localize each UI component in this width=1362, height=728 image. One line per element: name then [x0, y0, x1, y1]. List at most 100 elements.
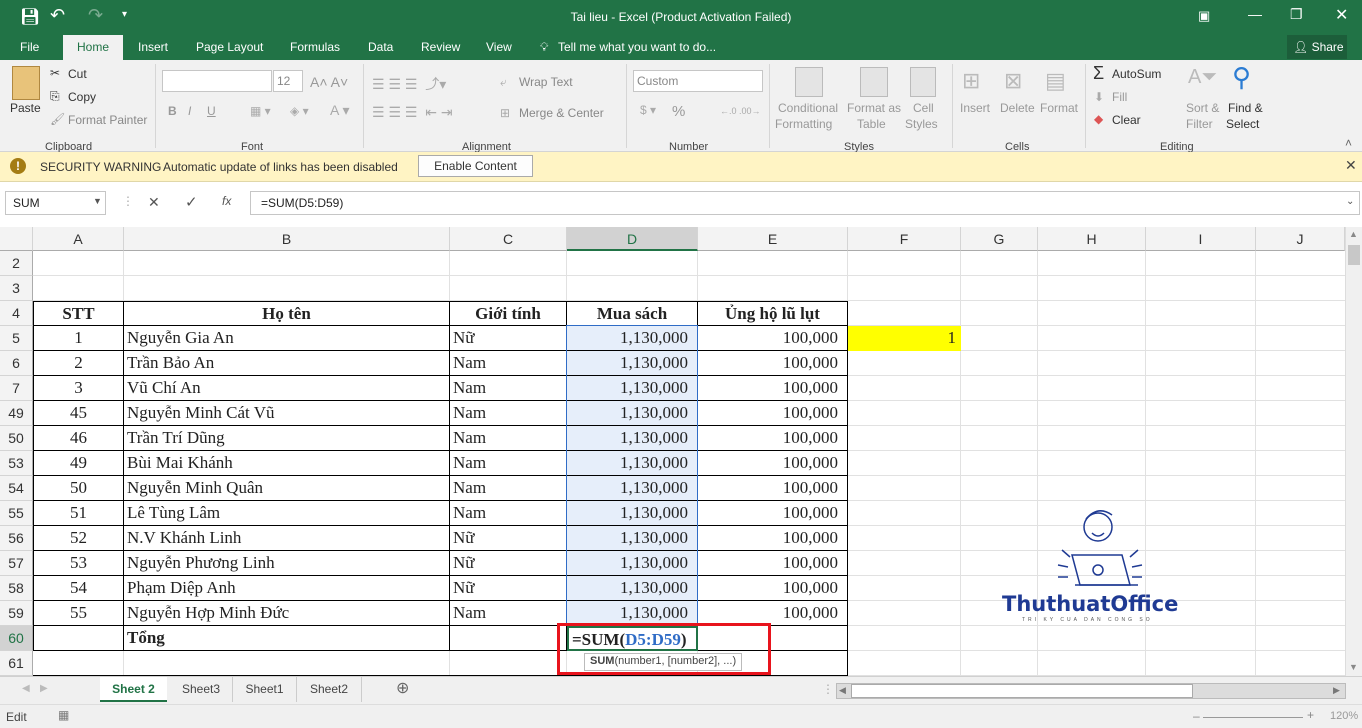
- tell-me-input[interactable]: Tell me what you want to do...: [558, 35, 716, 60]
- row-header[interactable]: 55: [0, 501, 33, 526]
- cell-flood[interactable]: 100,000: [698, 401, 848, 426]
- cell-flood[interactable]: 100,000: [698, 476, 848, 501]
- paste-button[interactable]: Paste: [10, 101, 41, 115]
- prev-sheet-icon[interactable]: ◀: [22, 683, 30, 694]
- tab-page-layout[interactable]: Page Layout: [196, 35, 263, 60]
- cell-stt[interactable]: 3: [33, 376, 124, 401]
- row-header[interactable]: 7: [0, 376, 33, 401]
- tab-insert[interactable]: Insert: [138, 35, 168, 60]
- row-header[interactable]: 60: [0, 626, 33, 651]
- fill-button[interactable]: Fill: [1112, 90, 1127, 104]
- scroll-up-icon[interactable]: ▲: [1349, 229, 1358, 239]
- scroll-down-icon[interactable]: ▼: [1349, 662, 1358, 672]
- cell-stt[interactable]: 53: [33, 551, 124, 576]
- row-header[interactable]: 54: [0, 476, 33, 501]
- grow-font-icon[interactable]: A˄ A˅: [310, 74, 348, 90]
- cell-stt[interactable]: 52: [33, 526, 124, 551]
- row-header[interactable]: 5: [0, 326, 33, 351]
- cell-name[interactable]: Lê Tùng Lâm: [124, 501, 450, 526]
- close-icon[interactable]: ✕: [1335, 5, 1348, 25]
- enter-icon[interactable]: ✓: [185, 193, 198, 211]
- row-header[interactable]: 57: [0, 551, 33, 576]
- tab-file[interactable]: File: [20, 35, 39, 60]
- cell-books[interactable]: 1,130,000: [567, 426, 698, 451]
- borders-icon[interactable]: ▦ ▾: [250, 104, 271, 118]
- column-header-C[interactable]: C: [450, 227, 567, 251]
- fill-color-icon[interactable]: ◈ ▾: [290, 104, 309, 118]
- row-header[interactable]: 49: [0, 401, 33, 426]
- cell-styles-button[interactable]: Cell: [913, 101, 934, 115]
- font-color-icon[interactable]: A ▾: [330, 102, 349, 119]
- cell-flood[interactable]: 100,000: [698, 501, 848, 526]
- cell-books[interactable]: 1,130,000: [567, 551, 698, 576]
- tooltip-function[interactable]: SUM: [590, 655, 614, 667]
- tab-data[interactable]: Data: [368, 35, 393, 60]
- cell-name[interactable]: Họ tên: [124, 301, 450, 326]
- splitter-icon[interactable]: ⋮: [822, 682, 834, 696]
- cell-name[interactable]: Vũ Chí An: [124, 376, 450, 401]
- cell-gender[interactable]: Nam: [450, 451, 567, 476]
- cell-stt[interactable]: 51: [33, 501, 124, 526]
- formula-input[interactable]: =SUM(D5:D59): [250, 191, 1360, 215]
- cell-gender[interactable]: Nữ: [450, 551, 567, 576]
- cell-stt[interactable]: STT: [33, 301, 124, 326]
- column-header-D[interactable]: D: [567, 227, 698, 251]
- sort-filter-button[interactable]: Sort &: [1186, 101, 1219, 115]
- cell-d60-editing[interactable]: =SUM(D5:D59): [567, 626, 698, 651]
- cell-f5[interactable]: 1: [848, 326, 961, 351]
- cell-gender[interactable]: Nam: [450, 426, 567, 451]
- cell-name[interactable]: Nguyễn Minh Quân: [124, 476, 450, 501]
- cell-name[interactable]: Phạm Diệp Anh: [124, 576, 450, 601]
- select-all-corner[interactable]: [0, 227, 33, 251]
- sheet-tab[interactable]: Sheet3: [170, 677, 233, 702]
- clear-button[interactable]: Clear: [1112, 113, 1141, 127]
- find-select-button[interactable]: Find &: [1228, 101, 1263, 115]
- cell-gender[interactable]: Nữ: [450, 526, 567, 551]
- column-header-E[interactable]: E: [698, 227, 848, 251]
- cell-gender[interactable]: Nữ: [450, 326, 567, 351]
- name-box[interactable]: SUM: [5, 191, 106, 215]
- italic-button[interactable]: I: [188, 104, 191, 118]
- row-header[interactable]: 58: [0, 576, 33, 601]
- row-header[interactable]: 4: [0, 301, 33, 326]
- bold-button[interactable]: B: [168, 104, 177, 118]
- expand-formula-icon[interactable]: ⌄: [1346, 196, 1354, 207]
- cell-stt[interactable]: 49: [33, 451, 124, 476]
- h-scroll-thumb[interactable]: [851, 684, 1193, 698]
- cell-stt[interactable]: 54: [33, 576, 124, 601]
- insert-button[interactable]: Insert: [960, 101, 990, 115]
- cell-gender[interactable]: Nam: [450, 351, 567, 376]
- cell-flood[interactable]: 100,000: [698, 601, 848, 626]
- cell-books[interactable]: 1,130,000: [567, 376, 698, 401]
- number-format-dropdown[interactable]: Custom: [633, 70, 763, 92]
- scroll-left-icon[interactable]: ◀: [839, 685, 846, 696]
- zoom-slider[interactable]: [1203, 717, 1303, 718]
- decimal-icons[interactable]: ←.0 .00→: [720, 106, 761, 116]
- cell-total-label[interactable]: Tổng: [124, 626, 450, 651]
- cell-books[interactable]: 1,130,000: [567, 326, 698, 351]
- conditional-formatting-button[interactable]: Conditional: [778, 101, 838, 115]
- add-sheet-icon[interactable]: ⊕: [396, 678, 409, 698]
- cell-gender[interactable]: Nữ: [450, 576, 567, 601]
- sheet-tab[interactable]: Sheet2: [297, 677, 362, 702]
- cell-books[interactable]: 1,130,000: [567, 601, 698, 626]
- row-header[interactable]: 53: [0, 451, 33, 476]
- column-header-A[interactable]: A: [33, 227, 124, 251]
- row-header[interactable]: 3: [0, 276, 33, 301]
- horizontal-scrollbar[interactable]: ◀ ▶: [836, 683, 1346, 699]
- percent-button[interactable]: %: [672, 103, 685, 120]
- cell-name[interactable]: Trần Trí Dũng: [124, 426, 450, 451]
- row-header[interactable]: 59: [0, 601, 33, 626]
- zoom-in-icon[interactable]: +: [1307, 708, 1314, 722]
- underline-button[interactable]: U: [207, 104, 216, 118]
- insert-function-button[interactable]: fx: [222, 194, 231, 208]
- row-header[interactable]: 6: [0, 351, 33, 376]
- macro-record-icon[interactable]: ▦: [58, 708, 69, 722]
- column-header-H[interactable]: H: [1038, 227, 1146, 251]
- cell-gender[interactable]: Nam: [450, 376, 567, 401]
- name-box-dropdown-icon[interactable]: ▼: [93, 196, 102, 206]
- delete-button[interactable]: Delete: [1000, 101, 1035, 115]
- tab-formulas[interactable]: Formulas: [290, 35, 340, 60]
- cell-books[interactable]: 1,130,000: [567, 476, 698, 501]
- scroll-thumb[interactable]: [1348, 245, 1360, 265]
